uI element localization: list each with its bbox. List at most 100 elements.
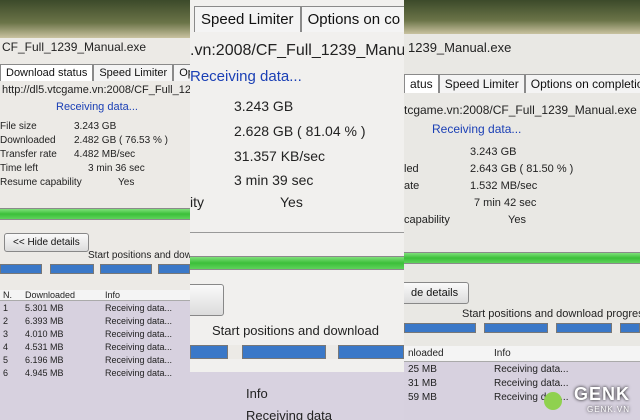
start-positions-label: Start positions and download [88,250,190,261]
segment-gap [611,323,621,333]
row-info: Receiving data... [105,315,173,326]
tab-download-status[interactable]: Download status [0,64,94,81]
row-info: Receiving data... [105,367,173,378]
label-resume-capability: ity [190,194,204,210]
download-url: tcgame.vn:2008/CF_Full_1239_Manual.exe [404,103,637,117]
row-downloaded: 25 MB [408,363,437,375]
value-file-size: 3.243 GB [74,121,117,132]
row-downloaded: 6.393 MB [25,315,64,326]
connections-table: N. Downloaded Info 1 5.301 MB Receiving da… [0,290,190,420]
segment-gap [41,264,51,274]
table-row[interactable]: 5 6.196 MB Receiving data... [0,353,190,366]
download-progress-bar [0,208,190,220]
window-title: 1239_Manual.exe [408,40,512,55]
divider [190,232,404,233]
row-downloaded: 31 MB [408,377,437,389]
segment-gap [475,323,485,333]
value-transfer-rate: 4.482 MB/sec [74,149,136,160]
table-row[interactable]: 6 4.945 MB Receiving data... [0,366,190,379]
row-info: Receiving data... [105,341,173,352]
row-info: Receiving data... [494,363,569,375]
segment-gap [151,264,159,274]
tab-options-on-completion[interactable]: Options on co [300,6,404,32]
segment-gap [547,323,557,333]
tab-speed-limiter[interactable]: Speed Limiter [93,64,174,81]
row-n: 5 [3,354,9,365]
segment-gap [227,345,243,359]
row-downloaded: 6.196 MB [25,354,64,365]
segment-gap [325,345,339,359]
segment-gap [93,264,101,274]
table-row[interactable]: 1 5.301 MB Receiving data... [0,301,190,314]
col-n-header: N. [3,290,12,300]
start-positions-label: Start positions and download progres [462,308,640,320]
tab-download-status[interactable]: atus [404,74,439,93]
row-info: Receiving data... [105,328,173,339]
value-transfer-rate: 1.532 MB/sec [470,180,538,192]
tab-speed-limiter[interactable]: Speed Limiter [438,74,525,93]
label-file-size: File size [0,121,37,132]
hide-details-button[interactable]: de details [404,282,470,304]
table-row[interactable]: 25 MB Receiving data... [404,362,640,376]
value-transfer-rate: 31.357 KB/sec [234,148,326,164]
download-url: .vn:2008/CF_Full_1239_Manua [190,42,404,59]
segment-progress-bar [404,323,640,333]
outdoor-background [0,0,190,38]
row-info: Receiving data... [105,302,173,313]
outdoor-background [404,0,640,34]
col-info-header: Info [494,348,511,359]
label-time-left: Time left [0,163,38,174]
status-text: Receiving data... [56,101,138,113]
value-downloaded: 2.643 GB ( 81.50 % ) [470,163,574,175]
download-url: http://dl5.vtcgame.vn:2008/CF_Full_1239_… [2,84,190,96]
hide-details-button[interactable]: << Hide details [4,233,89,252]
value-downloaded: 2.482 GB ( 76.53 % ) [74,135,168,146]
table-row[interactable]: 3 4.010 MB Receiving data... [0,327,190,340]
tab-bar: Speed Limiter Options on co [194,6,404,32]
row-info: Receiving data... [105,354,173,365]
table-row[interactable]: 2 6.393 MB Receiving data... [0,314,190,327]
download-progress-bar [190,256,404,270]
middle-photo-panel: Speed Limiter Options on co .vn:2008/CF_… [190,0,404,420]
value-resume-capability: Yes [280,194,303,210]
tab-speed-limiter[interactable]: Speed Limiter [194,6,301,32]
value-file-size: 3.243 GB [234,98,294,114]
col-downloaded-header: nloaded [408,348,444,359]
start-positions-label: Start positions and download [212,323,379,338]
col-downloaded-header: Downloaded [25,290,76,300]
connections-table: Info Receiving data [190,372,404,420]
value-downloaded: 2.628 GB ( 81.04 % ) [234,123,366,139]
tab-options-on-completion[interactable]: Options on completion [173,64,190,81]
col-info-header: Info [105,290,121,300]
right-photo-panel: 1239_Manual.exe atus Speed Limiter Optio… [404,0,640,420]
col-info-header: Info [246,386,268,401]
row-downloaded: 4.531 MB [25,341,64,352]
watermark-domain: GENK.VN [586,405,630,414]
value-time-left: 3 min 39 sec [234,172,314,188]
row-n: 6 [3,367,9,378]
table-header: N. Downloaded Info [0,290,190,301]
label-downloaded: Downloaded [0,135,56,146]
value-resume-capability: Yes [508,214,526,226]
row-downloaded: 4.945 MB [25,367,64,378]
watermark-brand: GENK [573,384,630,404]
window-title: CF_Full_1239_Manual.exe [2,40,147,54]
segment-progress-bar [0,264,190,274]
table-row[interactable]: 4 4.531 MB Receiving data... [0,340,190,353]
row-n: 1 [3,302,9,313]
label-resume-capability: Resume capability [0,177,82,188]
tab-bar: Download status Speed Limiter Options on… [0,64,190,81]
watermark: GENK GENK.VN [574,384,630,414]
row-n: 2 [3,315,9,326]
download-progress-bar [404,252,640,264]
label-resume-capability: capability [404,214,450,226]
segment-progress-bar [190,345,404,359]
row-downloaded: 5.301 MB [25,302,64,313]
hide-details-button[interactable] [190,284,224,316]
label-transfer-rate: Transfer rate [0,149,57,160]
row-downloaded: 59 MB [408,391,437,403]
tab-options-on-completion[interactable]: Options on completio [524,74,640,93]
status-text: Receiving data... [190,68,302,85]
status-text: Receiving data... [432,122,522,136]
tab-bar: atus Speed Limiter Options on completio [404,74,640,93]
